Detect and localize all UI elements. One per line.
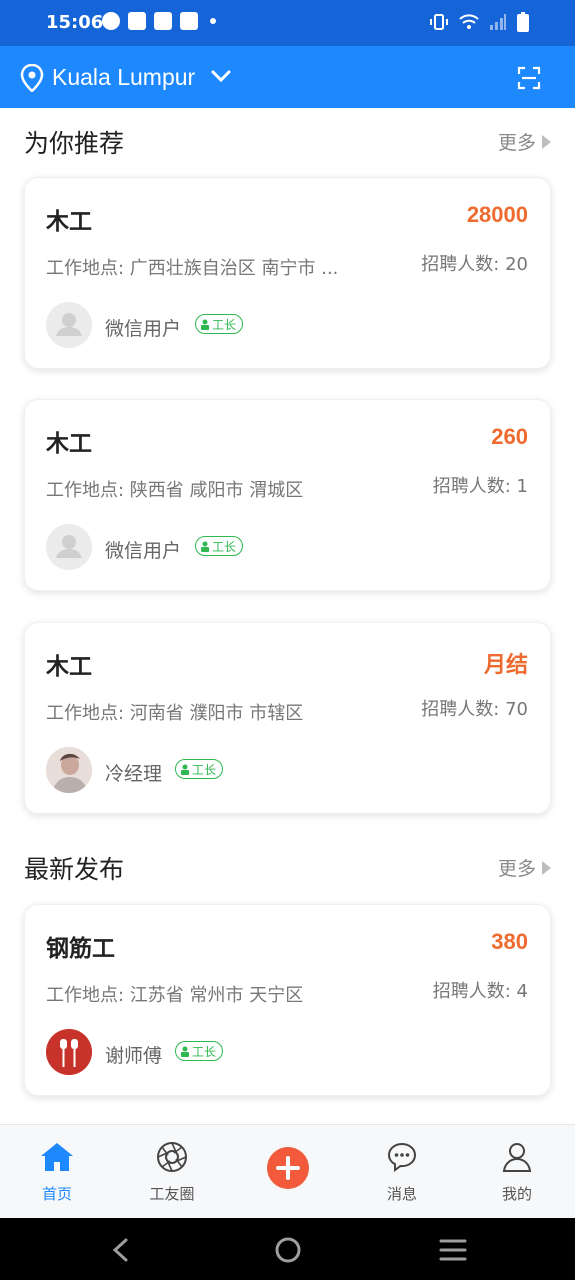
more-link[interactable]: 更多 — [498, 854, 551, 881]
job-location: 工作地点: 河南省 濮阳市 市辖区 — [46, 703, 304, 724]
job-card[interactable]: 钢筋工 380 工作地点: 江苏省 常州市 天宁区 招聘人数: 4 谢师傅 工长 — [24, 904, 551, 1096]
wifi-icon — [459, 14, 479, 29]
publisher-name: 微信用户 — [105, 540, 182, 562]
home-icon — [41, 1143, 73, 1171]
worker-icon — [181, 764, 189, 775]
hire-count: 招聘人数: 20 — [421, 254, 528, 275]
battery-icon — [517, 12, 529, 32]
user-icon — [502, 1143, 532, 1172]
foreman-badge: 工长 — [195, 536, 244, 556]
badge-label: 工长 — [212, 539, 237, 554]
default-user-icon — [56, 313, 82, 336]
job-title: 木工 — [46, 654, 92, 680]
user-photo-icon — [46, 747, 92, 793]
job-card[interactable]: 木工 260 工作地点: 陕西省 咸阳市 渭城区 招聘人数: 1 微信用户 工长 — [24, 399, 551, 591]
job-pay: 260 — [491, 424, 528, 449]
default-user-icon — [56, 535, 82, 558]
system-icons — [429, 12, 529, 32]
signal-icon — [490, 14, 506, 30]
section-title: 最新发布 — [24, 855, 125, 884]
arrow-right-icon — [542, 860, 551, 875]
recents-icon[interactable] — [439, 1238, 467, 1262]
avatar — [46, 302, 92, 348]
recommended-header: 为你推荐 更多 — [24, 122, 551, 162]
job-pay: 月结 — [483, 652, 528, 677]
location-pin-icon — [20, 64, 44, 92]
foreman-badge: 工长 — [175, 1041, 224, 1061]
job-title: 木工 — [46, 431, 92, 457]
nav-messages[interactable]: 消息 — [362, 1141, 442, 1204]
aperture-icon — [157, 1142, 187, 1172]
worker-icon — [201, 319, 209, 330]
nav-label: 我的 — [501, 1185, 532, 1203]
more-dot-icon — [210, 18, 216, 24]
nav-label: 首页 — [41, 1185, 72, 1203]
vibrate-icon — [430, 14, 448, 30]
worker-icon — [181, 1046, 189, 1057]
job-pay: 28000 — [466, 202, 528, 227]
scan-icon[interactable] — [517, 66, 541, 90]
avatar — [46, 747, 92, 793]
shopping-bag-icon — [154, 12, 172, 30]
job-title: 木工 — [46, 209, 92, 235]
job-card[interactable]: 木工 28000 工作地点: 广西壮族自治区 南宁市 ... 招聘人数: 20 … — [24, 177, 551, 369]
status-bar: 15:06 — [0, 0, 575, 46]
job-location: 工作地点: 广西壮族自治区 南宁市 ... — [46, 258, 339, 279]
shopping-bag-icon — [128, 12, 146, 30]
nav-mine[interactable]: 我的 — [477, 1141, 557, 1204]
job-card[interactable]: 木工 月结 工作地点: 河南省 濮阳市 市辖区 招聘人数: 70 冷经理 工长 — [24, 622, 551, 814]
bottom-nav: 首页 工友圈 消息 我的 — [0, 1124, 575, 1218]
publisher-name: 微信用户 — [105, 318, 182, 340]
home-circle-icon[interactable] — [274, 1236, 302, 1264]
back-icon[interactable] — [110, 1238, 132, 1262]
latest-header: 最新发布 更多 — [24, 848, 551, 888]
avatar — [46, 524, 92, 570]
status-time: 15:06 — [46, 12, 104, 33]
badge-label: 工长 — [192, 762, 217, 777]
chevron-down-icon[interactable] — [210, 68, 232, 84]
plus-icon — [276, 1156, 300, 1180]
notification-icons — [102, 12, 216, 30]
publisher-name: 冷经理 — [105, 763, 163, 785]
nav-label: 工友圈 — [149, 1185, 195, 1203]
badge-label: 工长 — [192, 1044, 217, 1059]
location-header: Kuala Lumpur — [0, 46, 575, 108]
section-title: 为你推荐 — [24, 129, 125, 158]
publisher-name: 谢师傅 — [105, 1045, 163, 1067]
more-label: 更多 — [497, 132, 536, 154]
arrow-right-icon — [542, 134, 551, 149]
foreman-badge: 工长 — [175, 759, 224, 779]
hire-count: 招聘人数: 1 — [432, 476, 528, 497]
more-label: 更多 — [497, 858, 536, 880]
avatar — [46, 1029, 92, 1075]
more-link[interactable]: 更多 — [498, 128, 551, 155]
nav-home[interactable]: 首页 — [17, 1141, 97, 1204]
shovel-logo-icon — [46, 1029, 92, 1075]
job-pay: 380 — [491, 929, 528, 954]
city-selector[interactable]: Kuala Lumpur — [52, 64, 195, 91]
foreman-badge: 工长 — [195, 314, 244, 334]
chat-bubble-icon — [387, 1142, 417, 1172]
job-location: 工作地点: 江苏省 常州市 天宁区 — [46, 985, 304, 1006]
nav-label: 消息 — [386, 1185, 417, 1203]
nav-circle[interactable]: 工友圈 — [132, 1141, 212, 1204]
speedometer-icon — [102, 12, 120, 30]
system-nav-bar — [0, 1218, 575, 1280]
worker-icon — [201, 541, 209, 552]
main-content: 为你推荐 更多 木工 28000 工作地点: 广西壮族自治区 南宁市 ... 招… — [0, 108, 575, 1124]
hire-count: 招聘人数: 70 — [421, 699, 528, 720]
badge-label: 工长 — [212, 317, 237, 332]
job-location: 工作地点: 陕西省 咸阳市 渭城区 — [46, 480, 304, 501]
shopping-bag-icon — [180, 12, 198, 30]
job-title: 钢筋工 — [46, 936, 115, 962]
publish-button[interactable] — [267, 1147, 309, 1189]
hire-count: 招聘人数: 4 — [432, 981, 528, 1002]
